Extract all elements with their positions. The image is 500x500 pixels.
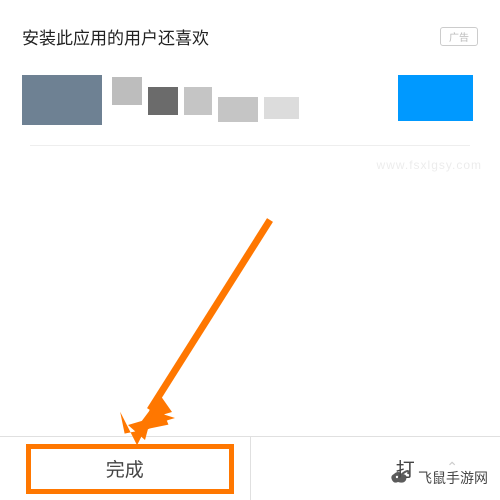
recommended-apps-row (0, 65, 500, 145)
complete-button-label: 完成 (106, 455, 144, 482)
divider (30, 145, 470, 146)
section-header: 安装此应用的用户还喜欢 广告 (0, 0, 500, 65)
watermark-logo-icon (388, 466, 412, 490)
section-title: 安装此应用的用户还喜欢 (22, 24, 209, 49)
watermark-url: www.fsxlgsy.com (377, 158, 482, 172)
app-thumbnail[interactable] (22, 75, 102, 125)
app-thumbnail[interactable] (264, 97, 299, 119)
app-thumbnail[interactable] (112, 77, 142, 105)
app-thumbnail[interactable] (184, 87, 212, 115)
app-thumbnail[interactable] (148, 87, 178, 115)
watermark-text: 飞鼠手游网 (418, 468, 488, 488)
recommendations-section: 安装此应用的用户还喜欢 广告 (0, 0, 500, 146)
ad-badge: 广告 (440, 27, 478, 46)
app-thumbnail[interactable] (218, 97, 258, 122)
watermark: 飞鼠手游网 (388, 466, 488, 490)
app-thumbnail[interactable] (398, 75, 473, 121)
complete-button[interactable]: 完成 (0, 437, 250, 500)
